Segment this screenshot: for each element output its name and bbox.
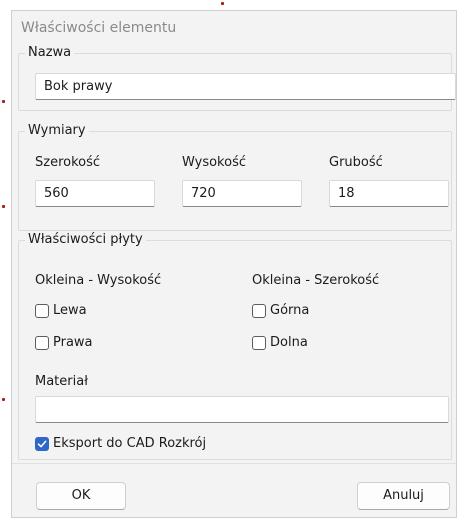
- height-input[interactable]: 720: [182, 180, 302, 207]
- left-edge-label: Lewa: [53, 303, 87, 318]
- dialog-title: Właściwości elementu: [21, 20, 177, 36]
- dimensions-group: Wymiary Szerokość 560 Wysokość 720 Grubo…: [18, 123, 452, 231]
- left-edge-checkbox-row[interactable]: Lewa: [35, 303, 87, 318]
- background-marker: [2, 398, 5, 401]
- board-properties-group-label: Właściwości płyty: [25, 232, 146, 247]
- name-group: Nazwa Bok prawy: [18, 45, 456, 111]
- thickness-input[interactable]: 18: [329, 180, 449, 207]
- export-cad-label: Eksport do CAD Rozkrój: [53, 436, 207, 451]
- width-label: Szerokość: [35, 155, 101, 170]
- cancel-button[interactable]: Anuluj: [357, 482, 450, 510]
- edge-width-label: Okleina - Szerokość: [252, 273, 380, 288]
- bottom-edge-checkbox-row[interactable]: Dolna: [252, 335, 308, 350]
- checkmark-icon: [37, 440, 47, 447]
- top-edge-label: Górna: [270, 303, 310, 318]
- ok-button[interactable]: OK: [36, 482, 126, 510]
- top-edge-checkbox[interactable]: [252, 303, 266, 318]
- bottom-edge-checkbox[interactable]: [252, 335, 266, 350]
- thickness-label: Grubość: [329, 155, 383, 170]
- top-edge-checkbox-row[interactable]: Górna: [252, 303, 309, 318]
- right-edge-label: Prawa: [53, 335, 93, 350]
- name-input[interactable]: Bok prawy: [35, 73, 456, 100]
- material-input[interactable]: [35, 396, 449, 423]
- name-group-label: Nazwa: [25, 45, 75, 60]
- background-marker: [2, 100, 5, 103]
- right-edge-checkbox-row[interactable]: Prawa: [35, 335, 93, 350]
- element-properties-dialog: Właściwości elementu Nazwa Bok prawy Wym…: [11, 10, 457, 518]
- material-label: Materiał: [35, 374, 88, 389]
- export-cad-checkbox[interactable]: [35, 436, 49, 451]
- dimensions-group-label: Wymiary: [25, 123, 89, 138]
- left-edge-checkbox[interactable]: [35, 303, 49, 318]
- edge-height-label: Okleina - Wysokość: [35, 273, 162, 288]
- background-marker: [221, 2, 224, 5]
- bottom-edge-label: Dolna: [270, 335, 308, 350]
- export-cad-checkbox-row[interactable]: Eksport do CAD Rozkrój: [35, 436, 206, 451]
- right-edge-checkbox[interactable]: [35, 335, 49, 350]
- board-properties-group: Właściwości płyty Okleina - Wysokość Okl…: [18, 232, 452, 460]
- width-input[interactable]: 560: [35, 180, 155, 207]
- footer-separator: [12, 463, 456, 464]
- height-label: Wysokość: [182, 155, 246, 170]
- background-marker: [2, 205, 5, 208]
